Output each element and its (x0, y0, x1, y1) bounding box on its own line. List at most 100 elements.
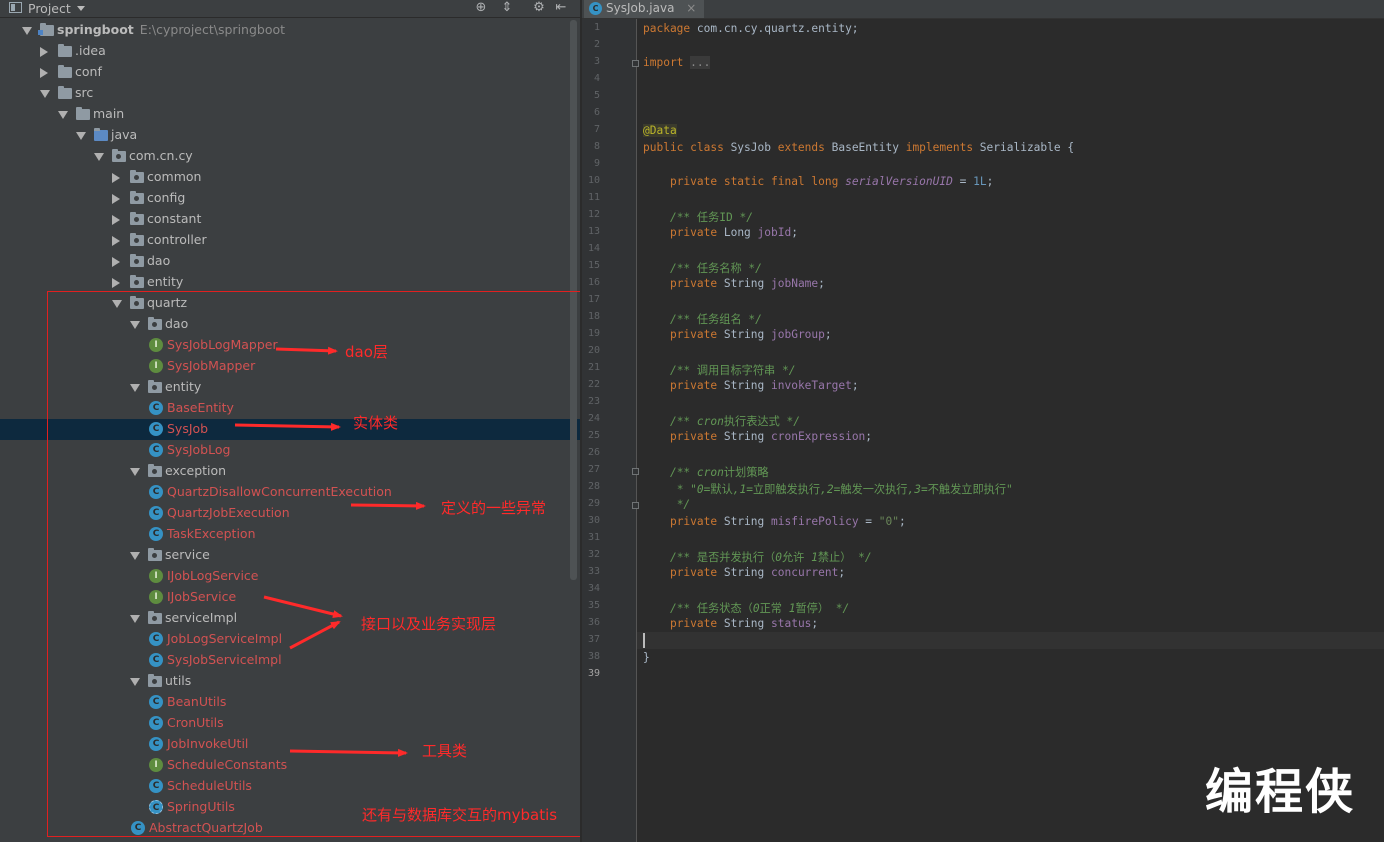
expand-arrow-icon[interactable] (22, 27, 32, 35)
line-number: 21 (587, 362, 600, 373)
collapse-arrow-icon[interactable] (112, 215, 120, 225)
line-number: 27 (587, 464, 600, 475)
tree-node-common[interactable]: common (0, 167, 580, 188)
package-icon (130, 191, 144, 204)
collapse-arrow-icon[interactable] (112, 236, 120, 246)
package-icon (130, 254, 144, 267)
line-number: 35 (587, 600, 600, 611)
code-line[interactable]: /** 任务名称 */ (643, 260, 762, 276)
class-file-icon: C (589, 2, 602, 15)
line-number: 8 (593, 141, 600, 152)
tree-node-label: conf (75, 64, 102, 79)
tree-node-entity[interactable]: entity (0, 272, 580, 293)
code-line[interactable]: package com.cn.cy.quartz.entity; (643, 22, 859, 35)
collapse-all-icon[interactable]: ⇕ (499, 0, 515, 16)
expand-arrow-icon[interactable] (40, 90, 50, 98)
fold-comment-end-icon[interactable] (632, 502, 639, 509)
tree-node-label: springboot E:\cyproject\springboot (57, 22, 286, 37)
close-icon[interactable]: × (686, 1, 696, 15)
tree-node-dao[interactable]: dao (0, 251, 580, 272)
code-line[interactable]: /** 调用目标字符串 */ (643, 362, 796, 378)
tree-node-java[interactable]: java (0, 125, 580, 146)
code-line[interactable]: private String status; (643, 617, 818, 630)
code-line[interactable]: @Data (643, 124, 677, 137)
annotation-utils: 工具类 (422, 742, 468, 760)
code-line[interactable]: /** 任务ID */ (643, 209, 753, 225)
tree-node-main[interactable]: main (0, 104, 580, 125)
code-line[interactable]: private Long jobId; (643, 226, 798, 239)
locate-icon[interactable]: ⊕ (473, 0, 489, 16)
code-line[interactable]: private static final long serialVersionU… (643, 175, 993, 188)
line-number: 34 (587, 583, 600, 594)
collapse-arrow-icon[interactable] (112, 278, 120, 288)
gear-icon[interactable]: ⚙ (531, 0, 547, 16)
fold-comment-start-icon[interactable] (632, 468, 639, 475)
collapse-arrow-icon[interactable] (112, 173, 120, 183)
fold-import-icon[interactable] (632, 60, 639, 67)
collapse-arrow-icon[interactable] (40, 68, 48, 78)
code-line[interactable]: } (643, 651, 650, 664)
code-line[interactable]: private String misfirePolicy = "0"; (643, 515, 906, 528)
expand-arrow-icon[interactable] (58, 111, 68, 119)
line-number: 9 (593, 158, 600, 169)
code-line[interactable]: /** 任务状态（0正常 1暂停） */ (643, 600, 849, 616)
line-number: 14 (587, 243, 600, 254)
collapse-arrow-icon[interactable] (112, 194, 120, 204)
line-number: 32 (587, 549, 600, 560)
tree-node-src[interactable]: src (0, 83, 580, 104)
folder-icon (76, 107, 90, 120)
code-line[interactable]: private String concurrent; (643, 566, 845, 579)
folder-icon (58, 44, 72, 57)
line-number: 39 (587, 668, 600, 679)
tree-node-label: dao (147, 253, 171, 268)
project-view-icon (9, 2, 22, 13)
package-icon (130, 212, 144, 225)
folder-icon (94, 128, 108, 141)
text-caret (643, 633, 645, 648)
code-line[interactable]: */ (643, 498, 690, 511)
tree-node-label: controller (147, 232, 207, 247)
code-line[interactable]: import ... (643, 56, 711, 69)
code-line[interactable]: private String cronExpression; (643, 430, 872, 443)
tree-node-conf[interactable]: conf (0, 62, 580, 83)
tree-node-controller[interactable]: controller (0, 230, 580, 251)
package-icon (130, 233, 144, 246)
tree-node--idea[interactable]: .idea (0, 41, 580, 62)
line-number: 22 (587, 379, 600, 390)
collapse-arrow-icon[interactable] (40, 47, 48, 57)
project-view-selector[interactable]: Project (28, 1, 71, 16)
tree-node-label: .idea (75, 43, 106, 58)
collapse-arrow-icon[interactable] (112, 257, 120, 267)
folder-icon (58, 86, 72, 99)
tree-node-label: config (147, 190, 186, 205)
tree-node-label: com.cn.cy (129, 148, 193, 163)
code-line[interactable]: /** 任务组名 */ (643, 311, 762, 327)
code-line[interactable]: private String invokeTarget; (643, 379, 859, 392)
tree-node-config[interactable]: config (0, 188, 580, 209)
tree-node-label: constant (147, 211, 202, 226)
chevron-down-icon[interactable] (76, 6, 85, 11)
code-line[interactable]: public class SysJob extends BaseEntity i… (643, 141, 1074, 154)
tab-sysjob-java[interactable]: C SysJob.java × (584, 0, 705, 18)
tree-node-label: src (75, 85, 94, 100)
code-line[interactable]: private String jobName; (643, 277, 825, 290)
line-number: 30 (587, 515, 600, 526)
package-icon (112, 149, 126, 162)
code-line[interactable]: /** cron执行表达式 */ (643, 413, 800, 429)
line-number: 7 (593, 124, 600, 135)
tree-node-springboot[interactable]: springboot E:\cyproject\springboot (0, 20, 580, 41)
line-number: 11 (587, 192, 600, 203)
hide-panel-icon[interactable]: ⇤ (553, 0, 569, 16)
expand-arrow-icon[interactable] (94, 153, 104, 161)
annotation-mybatis: 还有与数据库交互的mybatis (362, 806, 558, 824)
expand-arrow-icon[interactable] (76, 132, 86, 140)
code-line[interactable]: * "0=默认,1=立即触发执行,2=触发一次执行,3=不触发立即执行" (643, 481, 1013, 497)
tree-node-com-cn-cy[interactable]: com.cn.cy (0, 146, 580, 167)
code-line[interactable]: private String jobGroup; (643, 328, 832, 341)
code-line[interactable]: /** cron计划策略 (643, 464, 769, 480)
code-line[interactable]: /** 是否并发执行（0允许 1禁止） */ (643, 549, 872, 565)
annotation-service: 接口以及业务实现层 (361, 615, 497, 633)
line-number: 6 (593, 107, 600, 118)
tab-label: SysJob.java (606, 1, 675, 15)
tree-node-constant[interactable]: constant (0, 209, 580, 230)
